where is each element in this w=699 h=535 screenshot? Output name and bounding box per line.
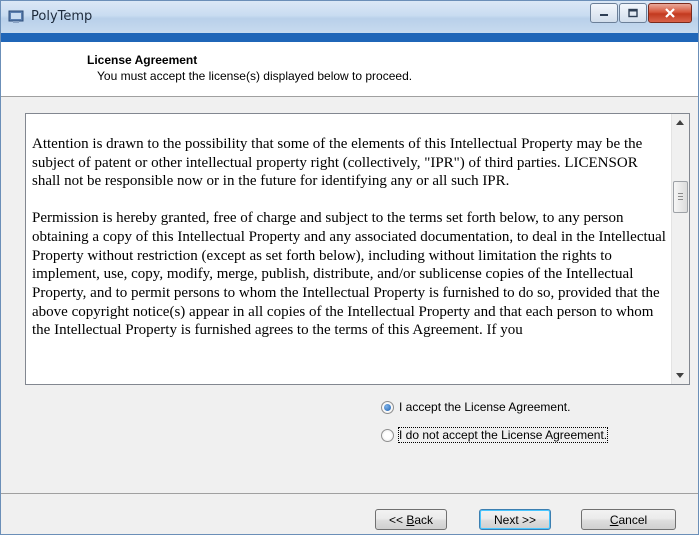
cancel-label-rest: ancel (618, 513, 648, 527)
accent-strip (1, 33, 698, 42)
license-text-box[interactable]: Attention is drawn to the possibility th… (25, 113, 690, 385)
accept-label[interactable]: I accept the License Agreement. (399, 400, 570, 414)
back-button[interactable]: << Back (375, 509, 447, 530)
arrow-up-icon (676, 120, 684, 125)
thumb-grip (678, 199, 683, 200)
maximize-button[interactable] (619, 3, 647, 23)
content-area: Attention is drawn to the possibility th… (1, 97, 698, 493)
accept-radio[interactable] (381, 400, 394, 414)
thumb-grip (678, 196, 683, 197)
page-subtitle: You must accept the license(s) displayed… (97, 69, 413, 83)
next-button[interactable]: Next >> (479, 509, 551, 530)
cancel-button[interactable]: Cancel (581, 509, 676, 530)
minimize-icon (600, 14, 608, 16)
radio-selected-dot (384, 403, 391, 411)
license-paragraph: Attention is drawn to the possibility th… (32, 136, 643, 190)
app-icon (8, 8, 24, 24)
close-icon (665, 8, 675, 18)
accept-option[interactable]: I accept the License Agreement. (381, 398, 570, 416)
license-paragraph: Permission is hereby granted, free of ch… (32, 210, 666, 339)
back-label-rest: ack (414, 513, 434, 527)
window-title: PolyTemp (31, 9, 93, 24)
arrow-down-icon (676, 373, 684, 378)
close-button[interactable] (648, 3, 692, 23)
scroll-up-button[interactable] (672, 114, 689, 131)
installer-window: PolyTemp License Agreement You must acce… (0, 0, 699, 535)
decline-radio[interactable] (381, 428, 394, 442)
scroll-thumb[interactable] (673, 181, 688, 213)
next-label: Next >> (493, 513, 537, 527)
maximize-icon (628, 8, 638, 18)
thumb-grip (678, 193, 683, 194)
vertical-scrollbar[interactable] (671, 114, 689, 384)
decline-option[interactable]: I do not accept the License Agreement. (381, 426, 609, 444)
button-bar: << Back Next >> Cancel (1, 494, 698, 534)
scroll-down-button[interactable] (672, 367, 689, 384)
minimize-button[interactable] (590, 3, 618, 23)
page-header: License Agreement You must accept the li… (1, 42, 698, 96)
license-text: Attention is drawn to the possibility th… (32, 114, 666, 384)
caption-buttons (589, 3, 692, 23)
back-prefix: << (388, 513, 407, 527)
page-title: License Agreement (87, 53, 198, 67)
decline-label[interactable]: I do not accept the License Agreement. (397, 427, 609, 443)
title-bar[interactable]: PolyTemp (1, 1, 698, 33)
